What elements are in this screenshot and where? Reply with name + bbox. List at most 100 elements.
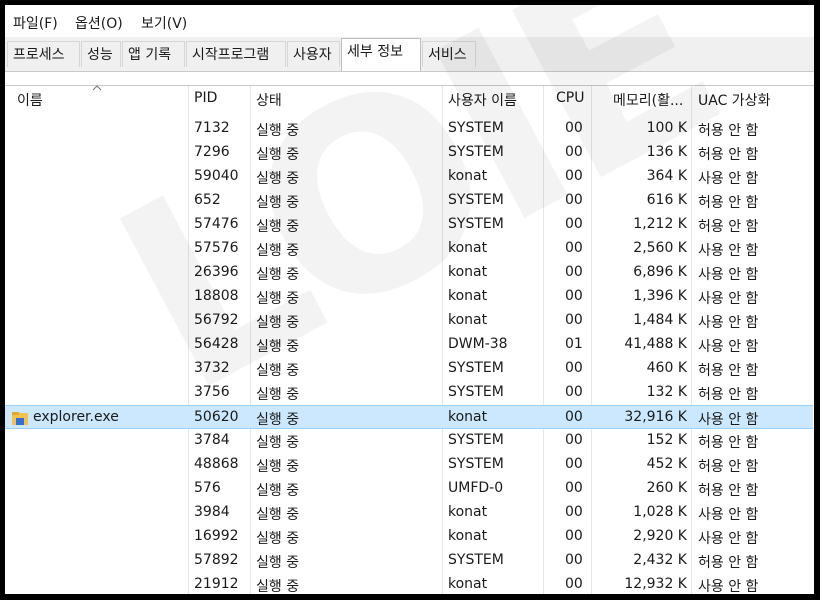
- cell-memory: 2,560 K: [633, 240, 687, 256]
- cell-memory: 32,916 K: [624, 409, 687, 425]
- cell-status: 실행 중: [256, 339, 300, 355]
- cell-pid: 3784: [194, 432, 230, 448]
- column-header-memory[interactable]: 메모리(활...: [613, 90, 683, 110]
- menu-options[interactable]: 옵션(O): [75, 13, 123, 33]
- cell-user: UMFD-0: [448, 480, 504, 496]
- cell-status: 실행 중: [256, 267, 300, 283]
- cell-uac: 허용 안 함: [698, 219, 759, 235]
- table-row[interactable]: 3756 실행 중 SYSTEM 00 132 K 허용 안 함: [5, 381, 813, 405]
- cell-user: konat: [448, 576, 488, 592]
- cell-status: 실행 중: [256, 291, 300, 307]
- table-row[interactable]: 57892 실행 중 SYSTEM 00 2,432 K 허용 안 함: [5, 549, 813, 573]
- toolbar-gap: [5, 71, 814, 86]
- cell-memory: 616 K: [646, 192, 687, 208]
- cell-pid: 59040: [194, 168, 239, 184]
- cell-memory: 12,932 K: [624, 576, 687, 592]
- table-row[interactable]: 3984 실행 중 konat 00 1,028 K 사용 안 함: [5, 501, 813, 525]
- column-header-pid[interactable]: PID: [194, 90, 217, 106]
- cell-user: SYSTEM: [448, 360, 504, 376]
- cell-cpu: 00: [565, 576, 583, 592]
- cell-pid: 26396: [194, 264, 239, 280]
- cell-user: SYSTEM: [448, 192, 504, 208]
- cell-uac: 사용 안 함: [698, 507, 759, 523]
- cell-cpu: 00: [565, 552, 583, 568]
- table-row[interactable]: 576 실행 중 UMFD-0 00 260 K 허용 안 함: [5, 477, 813, 501]
- cell-cpu: 00: [565, 240, 583, 256]
- cell-uac: 허용 안 함: [698, 435, 759, 451]
- table-row[interactable]: 18808 실행 중 konat 00 1,396 K 사용 안 함: [5, 285, 813, 309]
- column-header-uac[interactable]: UAC 가상화: [698, 90, 770, 110]
- table-row[interactable]: 59040 실행 중 konat 00 364 K 사용 안 함: [5, 165, 813, 189]
- table-row[interactable]: 56792 실행 중 konat 00 1,484 K 사용 안 함: [5, 309, 813, 333]
- cell-user: konat: [448, 168, 488, 184]
- cell-cpu: 00: [565, 144, 583, 160]
- cell-user: konat: [448, 312, 488, 328]
- tab-details[interactable]: 세부 정보: [341, 38, 421, 71]
- table-row[interactable]: 7132 실행 중 SYSTEM 00 100 K 허용 안 함: [5, 117, 813, 141]
- table-row[interactable]: 652 실행 중 SYSTEM 00 616 K 허용 안 함: [5, 189, 813, 213]
- cell-status: 실행 중: [256, 123, 300, 139]
- table-row[interactable]: 26396 실행 중 konat 00 6,896 K 사용 안 함: [5, 261, 813, 285]
- cell-pid: 16992: [194, 528, 239, 544]
- details-table: 이름 PID 상태 사용자 이름 CPU 메모리(활... UAC 가상화 71…: [5, 85, 814, 594]
- cell-uac: 허용 안 함: [698, 195, 759, 211]
- cell-cpu: 00: [565, 312, 583, 328]
- table-row[interactable]: explorer.exe 50620 실행 중 konat 00 32,916 K 사용 안…: [5, 405, 813, 429]
- tab-performance[interactable]: 성능: [81, 41, 121, 67]
- table-row[interactable]: 3732 실행 중 SYSTEM 00 460 K 허용 안 함: [5, 357, 813, 381]
- cell-uac: 사용 안 함: [698, 267, 759, 283]
- table-row[interactable]: 57476 실행 중 SYSTEM 00 1,212 K 허용 안 함: [5, 213, 813, 237]
- cell-memory: 1,028 K: [633, 504, 687, 520]
- cell-user: SYSTEM: [448, 384, 504, 400]
- table-row[interactable]: 7296 실행 중 SYSTEM 00 136 K 허용 안 함: [5, 141, 813, 165]
- cell-user: SYSTEM: [448, 144, 504, 160]
- cell-uac: 사용 안 함: [698, 579, 759, 594]
- tab-services[interactable]: 서비스: [422, 41, 476, 67]
- cell-user: SYSTEM: [448, 552, 504, 568]
- cell-uac: 사용 안 함: [698, 412, 759, 428]
- cell-memory: 452 K: [646, 456, 687, 472]
- column-header-name[interactable]: 이름: [17, 90, 43, 110]
- folder-icon: [12, 412, 28, 425]
- cell-cpu: 00: [565, 409, 583, 425]
- cell-memory: 2,432 K: [633, 552, 687, 568]
- cell-status: 실행 중: [256, 579, 300, 594]
- cell-uac: 사용 안 함: [698, 315, 759, 331]
- menu-view[interactable]: 보기(V): [141, 13, 187, 33]
- sort-ascending-icon: [92, 85, 102, 91]
- tab-app-history[interactable]: 앱 기록: [122, 41, 185, 67]
- cell-uac: 사용 안 함: [698, 291, 759, 307]
- cell-memory: 132 K: [646, 384, 687, 400]
- tab-users[interactable]: 사용자: [287, 41, 340, 67]
- cell-name: explorer.exe: [33, 409, 119, 425]
- cell-user: SYSTEM: [448, 432, 504, 448]
- cell-pid: 3756: [194, 384, 230, 400]
- cell-uac: 허용 안 함: [698, 555, 759, 571]
- cell-cpu: 00: [565, 384, 583, 400]
- table-header: 이름 PID 상태 사용자 이름 CPU 메모리(활... UAC 가상화: [5, 85, 814, 112]
- tab-startup[interactable]: 시작프로그램: [186, 41, 286, 67]
- table-row[interactable]: 21912 실행 중 konat 00 12,932 K 사용 안 함: [5, 573, 813, 594]
- menu-file[interactable]: 파일(F): [13, 13, 58, 33]
- column-header-cpu[interactable]: CPU: [556, 90, 584, 106]
- cell-cpu: 00: [565, 192, 583, 208]
- column-header-status[interactable]: 상태: [256, 90, 282, 110]
- cell-user: konat: [448, 264, 488, 280]
- cell-status: 실행 중: [256, 171, 300, 187]
- task-manager-window: 파일(F) 옵션(O) 보기(V) 프로세스 성능 앱 기록 시작프로그램 사용…: [5, 5, 814, 594]
- table-row[interactable]: 57576 실행 중 konat 00 2,560 K 사용 안 함: [5, 237, 813, 261]
- cell-pid: 7296: [194, 144, 230, 160]
- cell-uac: 허용 안 함: [698, 363, 759, 379]
- column-header-user[interactable]: 사용자 이름: [448, 90, 517, 110]
- table-row[interactable]: 48868 실행 중 SYSTEM 00 452 K 허용 안 함: [5, 453, 813, 477]
- cell-pid: 21912: [194, 576, 239, 592]
- table-row[interactable]: 56428 실행 중 DWM-38 01 41,488 K 사용 안 함: [5, 333, 813, 357]
- cell-cpu: 00: [565, 456, 583, 472]
- table-row[interactable]: 3784 실행 중 SYSTEM 00 152 K 허용 안 함: [5, 429, 813, 453]
- cell-cpu: 00: [565, 480, 583, 496]
- table-row[interactable]: 16992 실행 중 konat 00 2,920 K 사용 안 함: [5, 525, 813, 549]
- cell-user: konat: [448, 240, 488, 256]
- cell-memory: 41,488 K: [624, 336, 687, 352]
- tab-processes[interactable]: 프로세스: [7, 41, 80, 67]
- cell-pid: 652: [194, 192, 221, 208]
